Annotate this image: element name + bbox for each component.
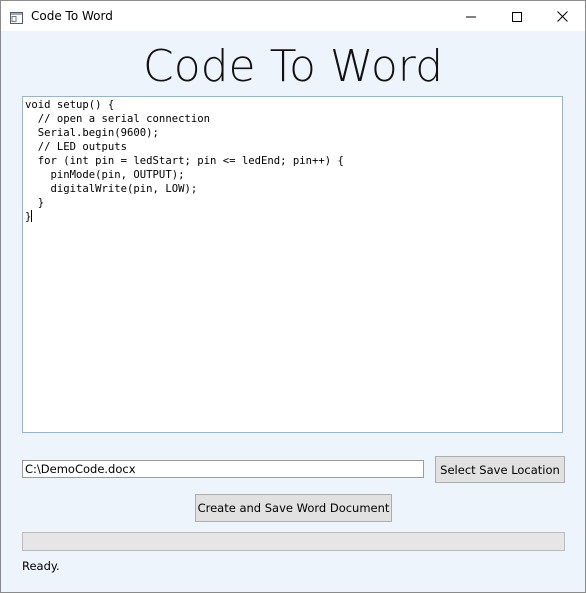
code-line: // open a serial connection xyxy=(25,113,210,125)
code-line: Serial.begin(9600); xyxy=(25,127,159,139)
page-title: Code To Word xyxy=(142,41,444,92)
code-line: // LED outputs xyxy=(25,141,128,153)
title-bar[interactable]: Code To Word xyxy=(1,1,585,31)
text-caret xyxy=(31,210,33,222)
code-textarea[interactable]: void setup() { // open a serial connecti… xyxy=(22,96,563,433)
status-text: Ready. xyxy=(22,559,60,573)
save-path-input[interactable]: C:\DemoCode.docx xyxy=(22,460,424,478)
app-window: Code To Word Code To Word void setup() {… xyxy=(0,0,586,593)
maximize-icon xyxy=(512,7,522,26)
maximize-button[interactable] xyxy=(494,1,540,31)
app-window-icon xyxy=(10,9,23,24)
code-line: for (int pin = ledStart; pin <= ledEnd; … xyxy=(25,155,344,167)
code-line-last: } xyxy=(25,210,560,224)
progress-bar xyxy=(22,532,565,551)
code-line: } xyxy=(25,197,45,209)
select-save-location-button[interactable]: Select Save Location xyxy=(435,456,565,483)
code-line: void setup() { xyxy=(25,99,115,111)
code-line: pinMode(pin, OUTPUT); xyxy=(25,169,185,181)
window-title: Code To Word xyxy=(31,9,113,23)
code-line: digitalWrite(pin, LOW); xyxy=(25,183,198,195)
minimize-button[interactable] xyxy=(448,1,494,31)
close-icon xyxy=(556,7,568,26)
close-button[interactable] xyxy=(539,1,585,31)
minimize-icon xyxy=(466,7,476,26)
create-save-document-button[interactable]: Create and Save Word Document xyxy=(195,494,392,522)
client-area: Code To Word void setup() { // open a se… xyxy=(1,31,585,592)
